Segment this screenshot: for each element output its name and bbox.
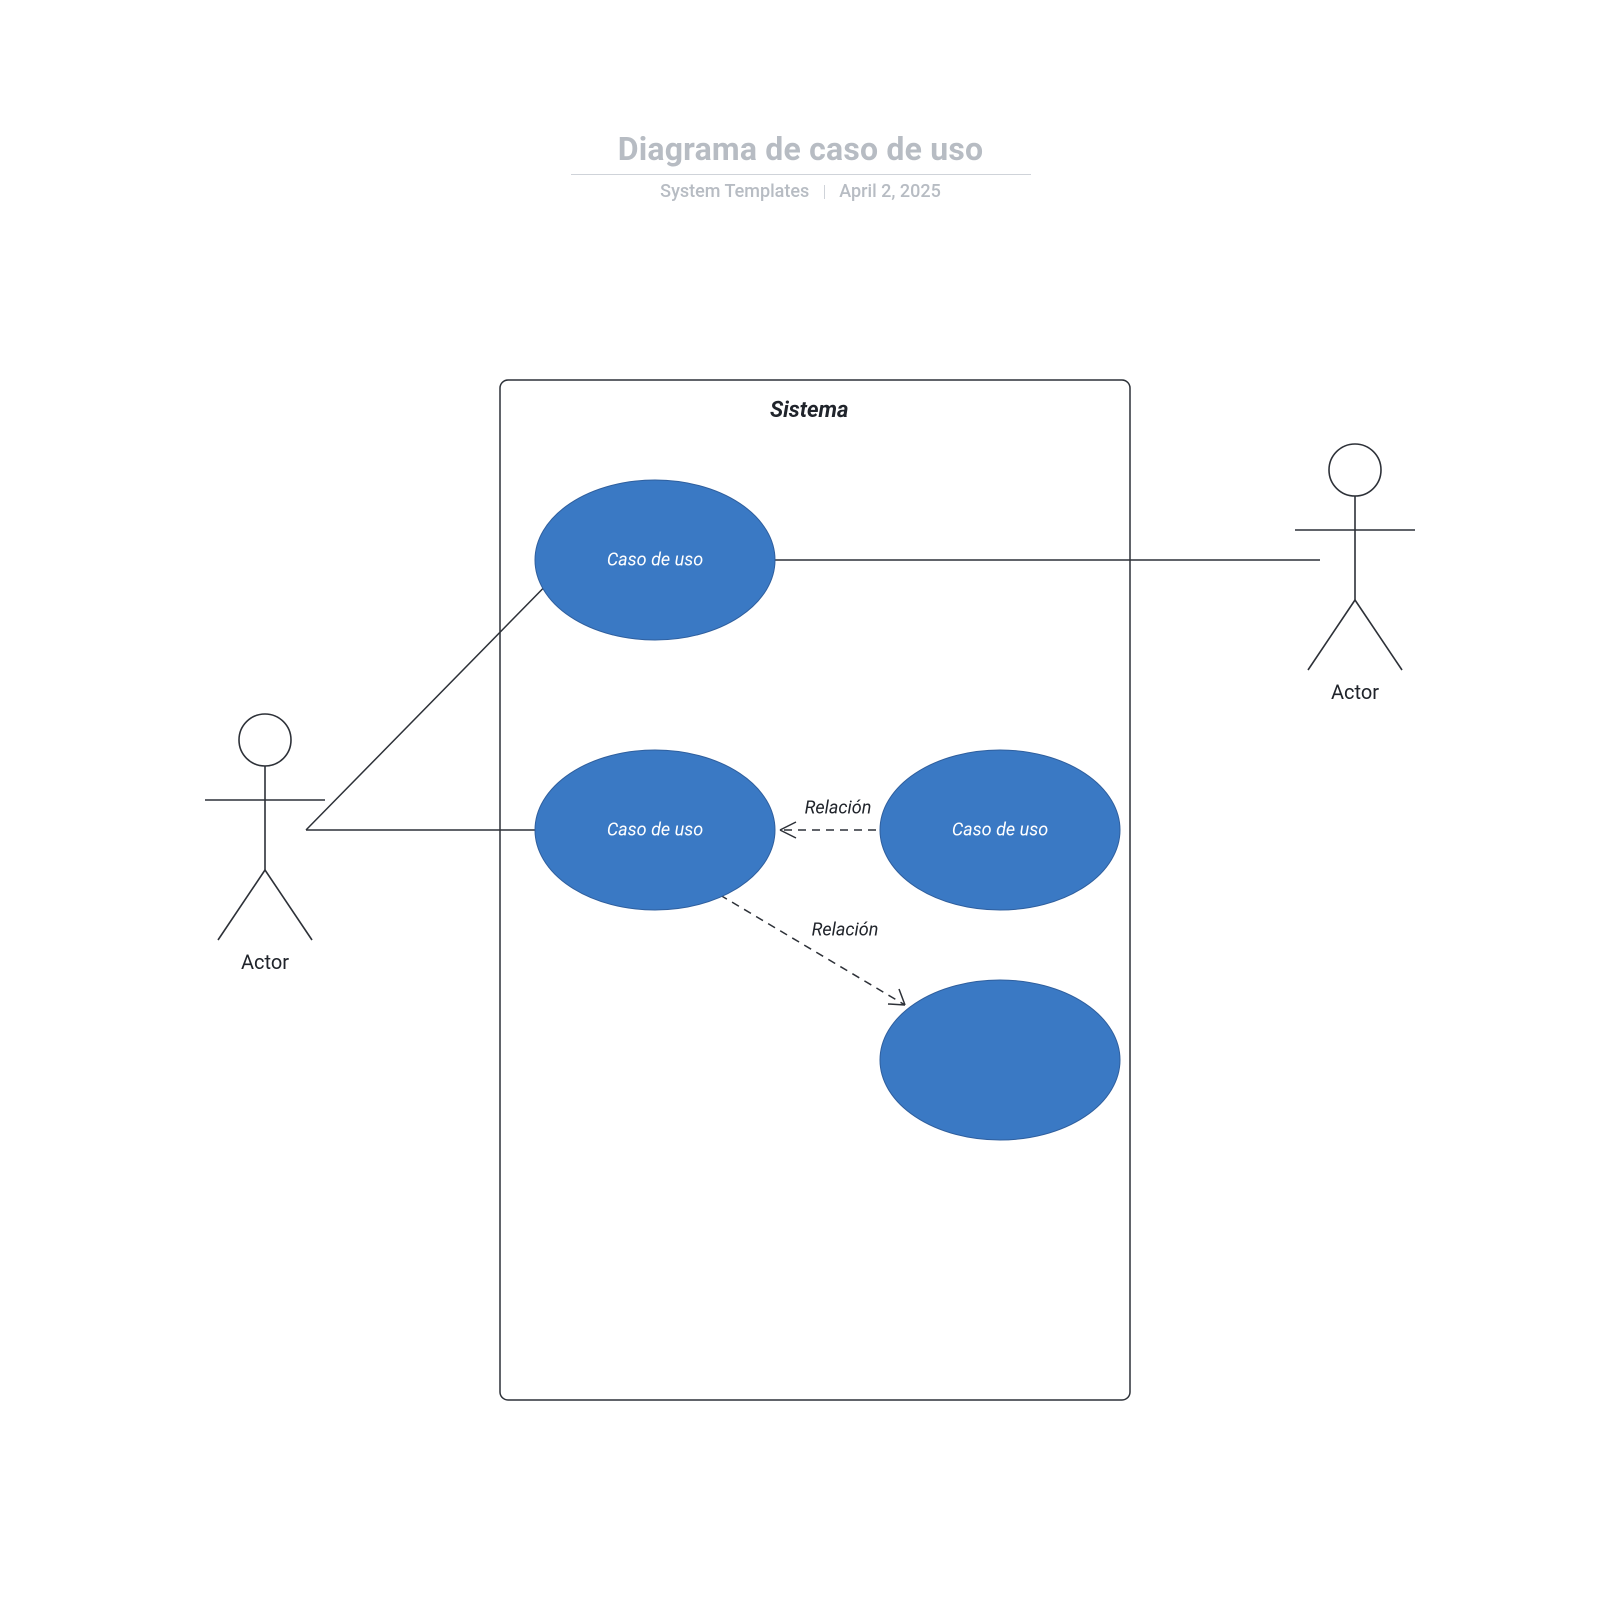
usecase-4 xyxy=(880,980,1120,1140)
actor-right xyxy=(1295,444,1415,670)
diagram-svg xyxy=(0,0,1601,1601)
diagram-canvas: Diagrama de caso de uso System Templates… xyxy=(0,0,1601,1601)
usecase-3-label: Caso de uso xyxy=(952,820,1048,841)
relation-label-2: Relación xyxy=(812,920,879,941)
system-label: Sistema xyxy=(770,398,848,423)
actor-left xyxy=(205,714,325,940)
actor-left-label: Actor xyxy=(241,950,289,974)
actor-right-label: Actor xyxy=(1331,680,1379,704)
association-actorleft-uc1 xyxy=(306,565,566,830)
relation-label-1: Relación xyxy=(805,798,872,819)
usecase-1-label: Caso de uso xyxy=(607,550,703,571)
relation-uc2-uc4 xyxy=(720,895,905,1005)
usecase-2-label: Caso de uso xyxy=(607,820,703,841)
